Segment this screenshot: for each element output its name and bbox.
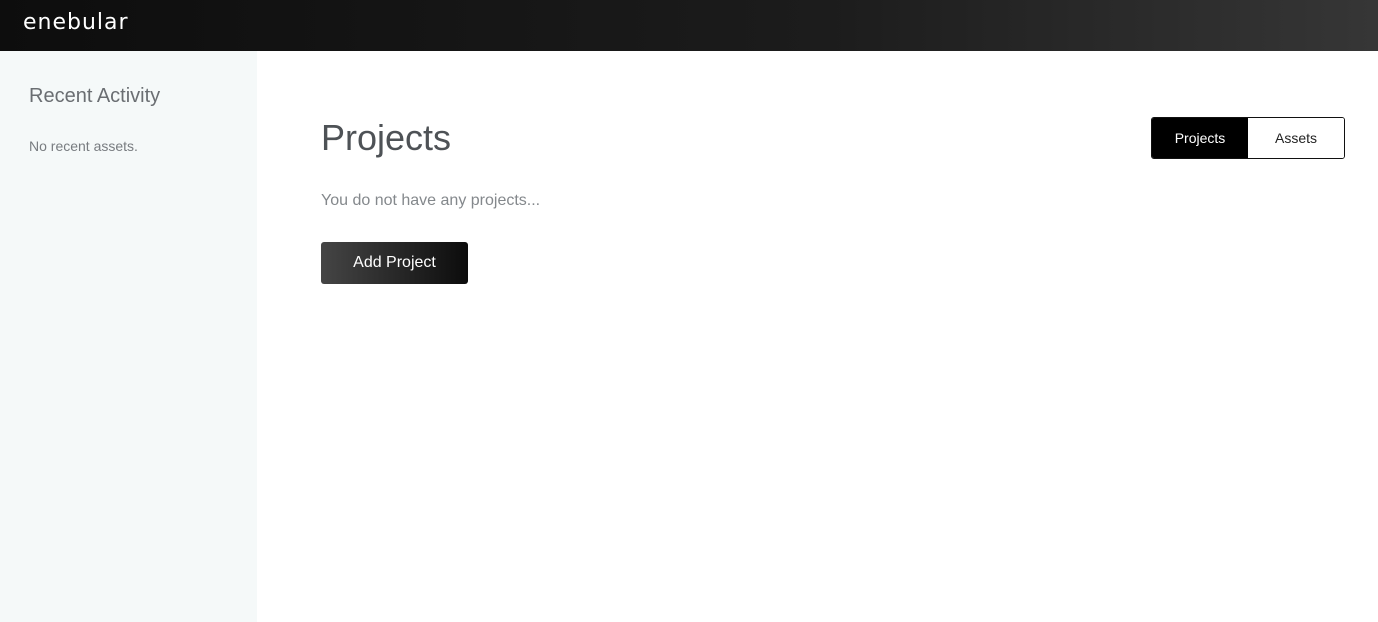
toggle-assets-button[interactable]: Assets: [1248, 118, 1344, 158]
sidebar: Recent Activity No recent assets.: [0, 51, 257, 622]
no-projects-message: You do not have any projects...: [321, 192, 541, 209]
main-content: Projects You do not have any projects...…: [257, 51, 1378, 622]
projects-assets-toggle: Projects Assets: [1151, 117, 1345, 159]
recent-activity-heading: Recent Activity: [29, 85, 161, 107]
no-recent-assets-text: No recent assets.: [29, 138, 138, 154]
page-title: Projects: [321, 117, 452, 158]
top-navbar: enebular: [0, 0, 1378, 51]
add-project-button[interactable]: Add Project: [321, 242, 468, 284]
toggle-projects-button[interactable]: Projects: [1152, 118, 1248, 158]
enebular-logo[interactable]: enebular: [23, 10, 129, 35]
